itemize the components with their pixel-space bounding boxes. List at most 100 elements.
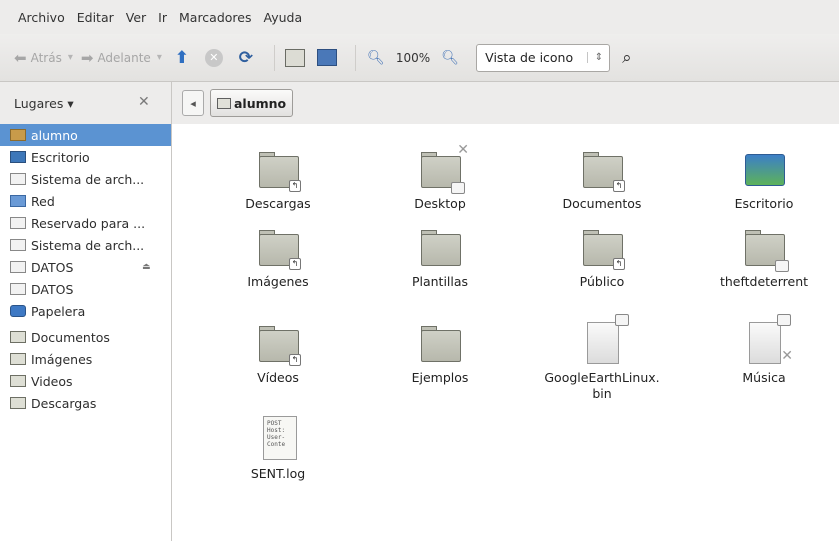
menu-ayuda[interactable]: Ayuda: [264, 10, 303, 25]
forward-label: Adelante: [97, 50, 151, 65]
drive-icon: [10, 283, 26, 295]
file-item-ejemplos[interactable]: Ejemplos: [365, 320, 515, 386]
computer-icon: [316, 49, 337, 66]
file-label: Escritorio: [734, 196, 794, 211]
link-emblem-icon: ↰: [613, 180, 625, 192]
reload-icon[interactable]: ⟳: [234, 46, 258, 70]
sidebar-item-red[interactable]: Red: [0, 190, 171, 212]
file-label: Desktop: [414, 196, 466, 211]
folder-icon: ↰: [579, 146, 625, 192]
breadcrumb-label: alumno: [234, 95, 287, 111]
path-bar: ◂ alumno: [172, 82, 839, 124]
file-label: theftdeterrent: [719, 274, 809, 289]
file-label: Público: [579, 274, 625, 289]
lock-emblem-icon: [777, 314, 791, 326]
file-item-desktop[interactable]: ✕ Desktop: [365, 142, 515, 212]
file-grid: ↰ Descargas ✕ Desktop ↰ Documentos Escri…: [173, 124, 839, 541]
menu-ir[interactable]: Ir: [158, 10, 167, 25]
file-item-theftdeterrent[interactable]: theftdeterrent: [689, 224, 839, 290]
eject-icon[interactable]: ⏏: [142, 262, 151, 272]
folder-icon: ↰: [255, 224, 301, 270]
sidebar-item-label: Papelera: [31, 303, 86, 319]
file-item-publico[interactable]: ↰ Público: [527, 224, 677, 290]
sidebar-item-descargas[interactable]: Descargas: [0, 392, 171, 414]
drive-icon: [10, 239, 26, 251]
places-dropdown[interactable]: Lugares ▾: [14, 96, 74, 111]
menu-editar[interactable]: Editar: [77, 10, 114, 25]
file-label: GoogleEarthLinux. bin: [544, 370, 660, 401]
back-button[interactable]: ⬅ Atrás ▾: [14, 44, 73, 72]
file-item-escritorio[interactable]: Escritorio: [689, 146, 839, 212]
lock-emblem-icon: [615, 314, 629, 326]
toolbar: ⬅ Atrás ▾ ➡ Adelante ▾ ⬆ ✕ ⟳ 🔍︎ 100% 🔍︎ …: [0, 34, 839, 82]
file-label: Documentos: [562, 196, 642, 211]
chevron-down-icon[interactable]: ▾: [157, 52, 162, 63]
search-icon[interactable]: ⌕: [622, 48, 632, 68]
folder-icon: [741, 224, 789, 272]
menu-marcadores[interactable]: Marcadores: [179, 10, 252, 25]
folder-icon: ↰: [579, 224, 625, 270]
sidebar-item-imagenes[interactable]: Imágenes: [0, 348, 171, 370]
zoom-out-icon[interactable]: 🔍︎: [364, 46, 388, 70]
file-icon: ✕: [741, 314, 793, 366]
file-item-musica[interactable]: ✕ Música: [689, 314, 839, 386]
file-item-descargas[interactable]: ↰ Descargas: [203, 146, 353, 212]
lock-emblem-icon: [451, 182, 465, 194]
computer-button[interactable]: [315, 46, 339, 70]
file-label: Plantillas: [411, 274, 469, 289]
breadcrumb-alumno[interactable]: alumno: [210, 89, 294, 117]
file-item-plantillas[interactable]: Plantillas: [365, 224, 515, 290]
view-mode-select[interactable]: Vista de icono ⇕: [476, 43, 611, 72]
sidebar-item-papelera[interactable]: Papelera: [0, 300, 171, 322]
menu-ver[interactable]: Ver: [126, 10, 146, 25]
sidebar-item-escritorio[interactable]: Escritorio: [0, 146, 171, 168]
sidebar-item-label: Sistema de arch...: [31, 237, 145, 253]
zoom-level[interactable]: 100%: [396, 51, 430, 65]
folder-icon: [10, 375, 26, 387]
network-icon: [10, 195, 26, 207]
link-emblem-icon: ↰: [289, 180, 301, 192]
drive-icon: [10, 261, 26, 273]
lock-emblem-icon: [775, 260, 789, 272]
file-item-sent-log[interactable]: POST Host: User- Conte SENT.log: [203, 416, 353, 482]
sidebar-item-label: Imágenes: [31, 351, 93, 367]
desktop-icon: [10, 151, 26, 163]
stop-button[interactable]: ✕: [202, 46, 226, 70]
chevron-down-icon[interactable]: ▾: [68, 52, 73, 63]
folder-icon: ↰: [255, 320, 301, 366]
sidebar-item-reservado[interactable]: Reservado para ...: [0, 212, 171, 234]
sidebar-item-videos[interactable]: Videos: [0, 370, 171, 392]
file-item-imagenes[interactable]: ↰ Imágenes: [203, 224, 353, 290]
link-emblem-icon: ↰: [289, 258, 301, 270]
forward-icon: ➡: [80, 48, 94, 67]
back-icon: ⬅: [14, 48, 27, 67]
folder-icon: [417, 320, 463, 366]
path-left-arrow-icon[interactable]: ◂: [182, 90, 204, 116]
zoom-in-icon[interactable]: 🔍︎: [438, 46, 462, 70]
home-folder-icon: [217, 97, 231, 109]
sidebar-item-datos[interactable]: DATOS ⏏: [0, 256, 171, 278]
sidebar-item-filesystem-2[interactable]: Sistema de arch...: [0, 234, 171, 256]
sidebar-item-datos-2[interactable]: DATOS: [0, 278, 171, 300]
sidebar-item-documentos[interactable]: Documentos: [0, 326, 171, 348]
sidebar-item-alumno[interactable]: alumno: [0, 124, 171, 146]
file-label: Ejemplos: [411, 370, 469, 385]
file-item-videos[interactable]: ↰ Vídeos: [203, 320, 353, 386]
up-icon[interactable]: ⬆: [170, 46, 194, 70]
folder-icon: [10, 331, 26, 343]
places-label: Lugares: [14, 95, 64, 111]
folder-icon: [417, 224, 463, 270]
home-button[interactable]: [283, 46, 307, 70]
text-file-icon: POST Host: User- Conte: [255, 416, 301, 462]
sidebar-item-label: Red: [31, 193, 55, 209]
sidebar-item-filesystem[interactable]: Sistema de arch...: [0, 168, 171, 190]
forward-button[interactable]: ➡ Adelante ▾: [81, 44, 162, 72]
menu-archivo[interactable]: Archivo: [18, 10, 65, 25]
folder-icon: ↰: [255, 146, 301, 192]
close-icon[interactable]: ✕: [138, 94, 150, 110]
file-item-documentos[interactable]: ↰ Documentos: [527, 146, 677, 212]
file-item-googleearthlinux[interactable]: GoogleEarthLinux. bin: [527, 314, 677, 402]
sidebar-header: Lugares ▾ ✕: [0, 82, 172, 124]
folder-icon: [10, 397, 26, 409]
home-icon: [10, 129, 26, 141]
